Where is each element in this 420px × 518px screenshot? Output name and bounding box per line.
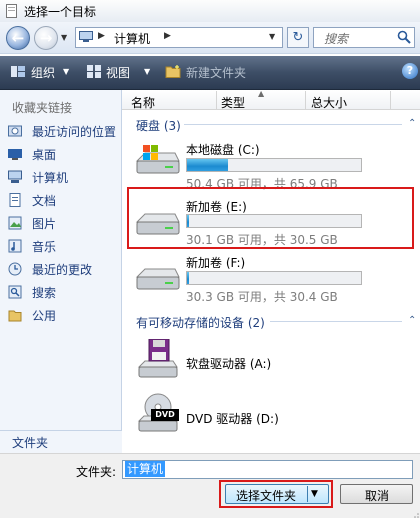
window-icon (6, 4, 17, 18)
breadcrumb-chevron-icon[interactable]: ▶ (164, 31, 171, 41)
drive-name: 软盘驱动器 (A:) (186, 357, 272, 371)
drive-usage-bar (186, 271, 362, 285)
new-folder-icon (165, 65, 181, 78)
sidebar-item-label: 公用 (32, 309, 57, 323)
sidebar-item-label: 音乐 (32, 240, 57, 254)
pictures-icon (8, 216, 22, 230)
sidebar-item-label: 桌面 (32, 148, 57, 162)
refresh-icon: ↻ (292, 30, 304, 45)
folder-field[interactable] (122, 460, 413, 479)
favorites-heading: 收藏夹链接 (12, 101, 73, 115)
organize-button[interactable]: 组织 (31, 64, 55, 81)
view-button[interactable]: 视图 (106, 64, 130, 81)
hard-drive-windows-icon (135, 145, 180, 174)
help-icon[interactable]: ? (402, 63, 418, 79)
sort-arrow-icon: ▲ (258, 89, 265, 98)
drive-name: 新加卷 (F:) (186, 256, 246, 270)
sidebar-item-music[interactable]: 音乐 (0, 236, 121, 258)
sidebar-item-recent-places[interactable]: 最近访问的位置 (0, 121, 121, 143)
search-icon (8, 285, 22, 299)
sidebar-item-public[interactable]: 公用 (0, 305, 121, 327)
chevron-down-icon[interactable]: ▼ (144, 67, 150, 76)
back-button[interactable]: ← (6, 26, 30, 50)
column-header-bar (122, 90, 420, 110)
column-header-type[interactable]: 类型 (221, 94, 245, 111)
drive-name: DVD 驱动器 (D:) (186, 412, 279, 426)
breadcrumb-computer[interactable]: 计算机 (114, 30, 150, 47)
cancel-label: 取消 (365, 489, 390, 503)
arrow-right-icon: → (39, 29, 53, 47)
hard-drive-icon (135, 268, 180, 290)
drive-name: 本地磁盘 (C:) (186, 143, 260, 157)
sidebar-item-label: 搜索 (32, 286, 57, 300)
sidebar-item-search[interactable]: 搜索 (0, 282, 121, 304)
floppy-drive-icon (137, 339, 178, 378)
column-header-total-size[interactable]: 总大小 (311, 94, 347, 111)
folder-field-value[interactable]: 计算机 (125, 461, 166, 477)
new-folder-button[interactable]: 新建文件夹 (186, 64, 246, 81)
highlight-annotation (219, 480, 333, 508)
highlight-annotation (127, 187, 414, 249)
resize-grip-icon[interactable] (413, 512, 419, 518)
column-divider[interactable] (390, 91, 391, 109)
address-dropdown-icon[interactable]: ▼ (269, 32, 275, 41)
group-header-hard-disks[interactable]: 硬盘 (3) (136, 117, 181, 134)
folders-label: 文件夹 (12, 436, 49, 450)
search-icon[interactable] (397, 30, 411, 44)
search-placeholder: 搜索 (324, 32, 349, 46)
recent-changes-icon (8, 262, 22, 276)
recent-pages-dropdown[interactable]: ▼ (61, 33, 67, 42)
computer-icon (79, 31, 93, 42)
forward-button[interactable]: → (34, 26, 58, 50)
desktop-icon (8, 149, 22, 160)
folder-field-label: 文件夹: (76, 465, 117, 479)
refresh-button[interactable]: ↻ (287, 27, 309, 48)
column-divider[interactable] (305, 91, 306, 109)
column-header-name[interactable]: 名称 (131, 94, 155, 111)
view-icon (87, 65, 101, 78)
sidebar-item-label: 最近的更改 (32, 263, 93, 277)
public-folder-icon (8, 310, 22, 322)
documents-icon (9, 193, 21, 207)
music-icon (8, 239, 22, 253)
sidebar-item-label: 计算机 (32, 171, 69, 185)
sidebar-item-label: 最近访问的位置 (32, 125, 117, 139)
column-divider[interactable] (216, 91, 217, 109)
sidebar-item-computer[interactable]: 计算机 (0, 167, 121, 189)
group-divider (184, 124, 402, 125)
window-title: 选择一个目标 (24, 5, 97, 19)
drive-usage-bar (186, 158, 362, 172)
group-header-removable[interactable]: 有可移动存储的设备 (2) (136, 314, 265, 331)
address-bar[interactable] (75, 27, 283, 48)
drive-usage-fill (187, 272, 190, 284)
recent-places-icon (8, 125, 22, 137)
organize-icon (11, 66, 25, 77)
group-divider (270, 321, 402, 322)
sidebar-item-label: 图片 (32, 217, 57, 231)
sidebar-item-recent-changes[interactable]: 最近的更改 (0, 259, 121, 281)
drive-usage-fill (187, 159, 228, 171)
arrow-left-icon: ← (11, 29, 25, 47)
drive-free-space: 30.3 GB 可用，共 30.4 GB (186, 290, 338, 304)
chevron-down-icon[interactable]: ▼ (63, 67, 69, 76)
collapse-chevron-icon[interactable]: ⌃ (408, 118, 416, 129)
collapse-chevron-icon[interactable]: ⌃ (408, 315, 416, 326)
sidebar-item-pictures[interactable]: 图片 (0, 213, 121, 235)
dvd-badge: DVD (151, 409, 179, 421)
sidebar-item-desktop[interactable]: 桌面 (0, 144, 121, 166)
computer-icon (8, 170, 22, 183)
sidebar-item-documents[interactable]: 文档 (0, 190, 121, 212)
breadcrumb-chevron-icon[interactable]: ▶ (98, 31, 105, 41)
sidebar-item-label: 文档 (32, 194, 57, 208)
